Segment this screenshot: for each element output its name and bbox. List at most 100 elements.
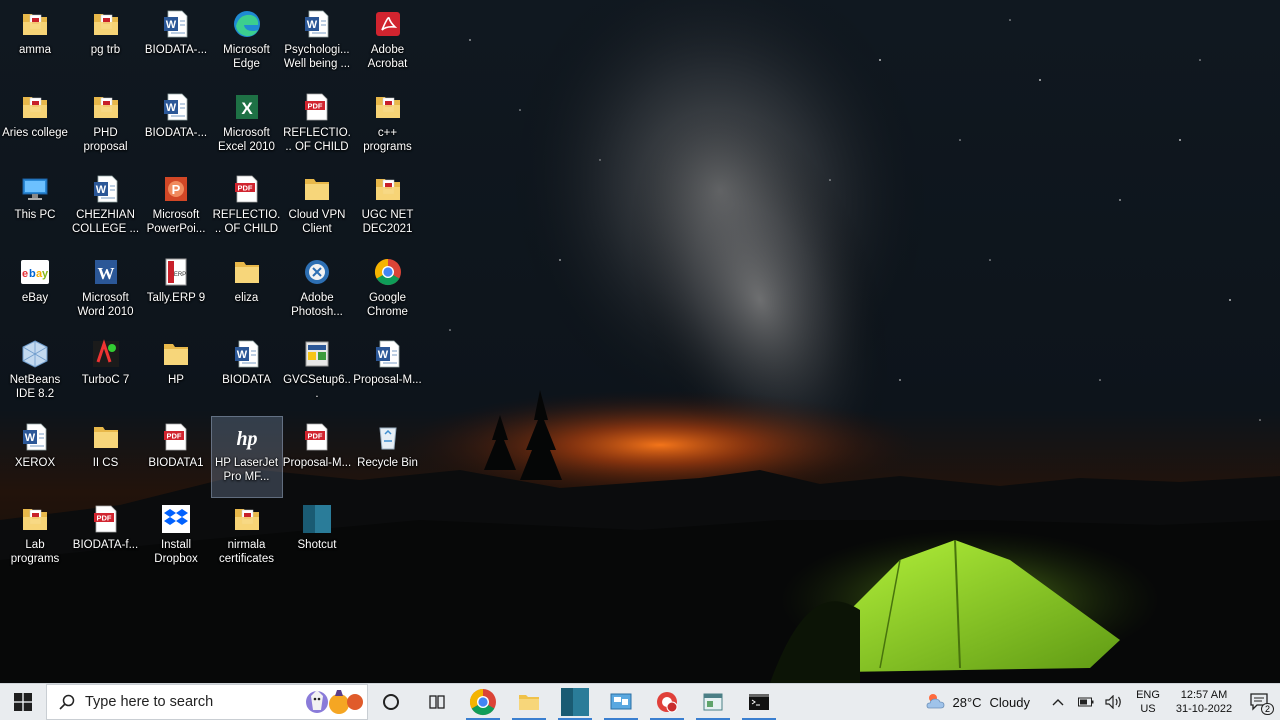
desktop-icon[interactable]: nirmala certificates	[212, 499, 282, 579]
clock-time: 12:57 AM	[1180, 689, 1228, 701]
search-box[interactable]: Type here to search	[46, 684, 368, 720]
desktop-icon-label: HP	[168, 374, 184, 386]
desktop-icon-label: amma	[19, 44, 51, 56]
excel-icon: X	[231, 91, 263, 123]
folder-icon	[301, 173, 333, 205]
command-prompt-icon	[747, 690, 771, 714]
clock-button[interactable]: 12:57 AM 31-10-2022	[1168, 684, 1240, 720]
svg-text:PDF: PDF	[96, 514, 111, 523]
desktop-icon[interactable]: X Microsoft Excel 2010	[212, 87, 282, 167]
desktop-icon[interactable]: W Proposal-M...	[353, 334, 423, 414]
desktop-icon[interactable]: HP	[141, 334, 211, 414]
desktop-icon[interactable]: PDF BIODATA-f...	[71, 499, 141, 579]
desktop-icon[interactable]: hp HP LaserJet Pro MF...	[210, 415, 283, 498]
svg-text:X: X	[241, 99, 253, 118]
desktop-icon[interactable]: PDF REFLECTIO... OF CHILD ...	[212, 169, 282, 249]
word-doc-icon: W	[19, 421, 51, 453]
tally-icon: ERP	[160, 256, 192, 288]
folder-icon	[231, 256, 263, 288]
desktop-icon-label: Proposal-M...	[282, 456, 352, 469]
desktop-icon[interactable]: W Microsoft Word 2010	[71, 252, 141, 332]
desktop-icon-label: BIODATA-...	[144, 44, 208, 56]
desktop-icon-label: c++ programs	[363, 126, 412, 153]
desktop-icon[interactable]: This PC	[0, 169, 70, 249]
desktop-icon[interactable]: Lab programs	[0, 499, 70, 579]
search-icon	[59, 694, 75, 710]
desktop-icon-label: eBay	[21, 291, 49, 304]
desktop-icon-label: Install Dropbox	[154, 539, 198, 565]
folder-icon	[160, 338, 192, 370]
desktop-icon[interactable]: TurboC 7	[71, 334, 141, 414]
desktop-icon[interactable]: NetBeans IDE 8.2	[0, 334, 70, 414]
desktop-icon-label: pg trb	[90, 44, 121, 56]
desktop-icon[interactable]: Recycle Bin	[353, 417, 423, 497]
desktop-icon[interactable]: eliza	[212, 252, 282, 332]
taskbar-chrome-button[interactable]	[460, 684, 506, 720]
desktop-icon[interactable]: GVCSetup6...	[282, 334, 352, 414]
desktop-icon[interactable]: P Microsoft PowerPoi...	[141, 169, 211, 249]
desktop-icon-label: II CS	[92, 456, 119, 469]
taskbar-command-prompt-button[interactable]	[736, 684, 782, 720]
taskbar-cortana-button[interactable]	[368, 684, 414, 720]
speaker-icon	[1105, 695, 1121, 709]
desktop-icon[interactable]: W BIODATA-...	[141, 87, 211, 167]
weather-widget[interactable]: 28°C Cloudy	[924, 684, 1030, 720]
taskbar-window-app-button[interactable]	[690, 684, 736, 720]
desktop-icon[interactable]: II CS	[71, 417, 141, 497]
battery-button[interactable]	[1072, 684, 1100, 720]
region-code: US	[1140, 703, 1156, 715]
desktop-icon[interactable]: W BIODATA	[212, 334, 282, 414]
folder-pdf-icon	[372, 91, 404, 123]
recycle-bin-icon	[372, 421, 404, 453]
desktop-icon[interactable]: Adobe Photosh...	[282, 252, 352, 332]
desktop-icon[interactable]: Aries college	[0, 87, 70, 167]
desktop-icon-label: Microsoft Word 2010	[77, 291, 134, 318]
cloudy-weather-icon	[927, 694, 945, 709]
notification-center-button[interactable]: 2	[1240, 684, 1280, 720]
file-explorer-icon	[517, 690, 541, 714]
taskbar-shotcut-button[interactable]	[552, 684, 598, 720]
desktop-icon[interactable]: ERP Tally.ERP 9	[141, 252, 211, 332]
desktop-icon[interactable]: W Psychologi... Well being ...	[282, 4, 352, 84]
desktop-icon[interactable]: Google Chrome	[353, 252, 423, 332]
language-code: ENG	[1136, 689, 1160, 701]
volume-button[interactable]	[1100, 684, 1128, 720]
desktop-icon[interactable]: c++ programs	[353, 87, 423, 167]
desktop-icon[interactable]: PDF Proposal-M...	[282, 417, 352, 497]
word-doc-icon: W	[90, 173, 122, 205]
desktop-icon[interactable]: PHD proposal	[71, 87, 141, 167]
folder-pdf-icon	[19, 8, 51, 40]
desktop-icon-label: BIODATA	[222, 374, 271, 386]
desktop-icon[interactable]: pg trb	[71, 4, 141, 84]
taskbar-screen-recorder-button[interactable]	[644, 684, 690, 720]
desktop-icon[interactable]: Adobe Acrobat	[353, 4, 423, 84]
desktop-icon-label: Microsoft Excel 2010	[218, 126, 275, 153]
show-hidden-icons-button[interactable]	[1044, 684, 1072, 720]
word-doc-icon: W	[160, 8, 192, 40]
folder-pdf-icon	[231, 503, 263, 535]
svg-text:W: W	[166, 19, 177, 31]
this-pc-icon	[19, 173, 51, 205]
desktop-icon-label: XEROX	[14, 456, 56, 469]
taskbar-task-view-button[interactable]	[414, 684, 460, 720]
desktop-icon[interactable]: amma	[0, 4, 70, 84]
windows-logo-icon	[14, 693, 32, 711]
desktop-icon[interactable]: W BIODATA-...	[141, 4, 211, 84]
desktop-icon[interactable]: e b a y eBay	[0, 252, 70, 332]
powerpoint-icon: P	[160, 173, 192, 205]
word-doc-icon: W	[372, 338, 404, 370]
input-language-button[interactable]: ENG US	[1128, 684, 1168, 720]
desktop-icon[interactable]: Install Dropbox	[141, 499, 211, 579]
desktop-icon[interactable]: W XEROX	[0, 417, 70, 497]
taskbar-control-panel-button[interactable]	[598, 684, 644, 720]
desktop-icon[interactable]: UGC NET DEC2021	[353, 169, 423, 249]
svg-text:y: y	[42, 268, 49, 280]
taskbar-file-explorer-button[interactable]	[506, 684, 552, 720]
desktop-icon[interactable]: W CHEZHIAN COLLEGE ...	[71, 169, 141, 249]
start-button[interactable]	[0, 684, 46, 720]
desktop-icon[interactable]: PDF REFLECTIO... OF CHILD ...	[282, 87, 352, 167]
desktop-icon[interactable]: Shotcut	[282, 499, 352, 579]
desktop-icon[interactable]: Microsoft Edge	[212, 4, 282, 84]
desktop-icon[interactable]: PDF BIODATA1	[141, 417, 211, 497]
desktop-icon[interactable]: Cloud VPN Client	[282, 169, 352, 249]
